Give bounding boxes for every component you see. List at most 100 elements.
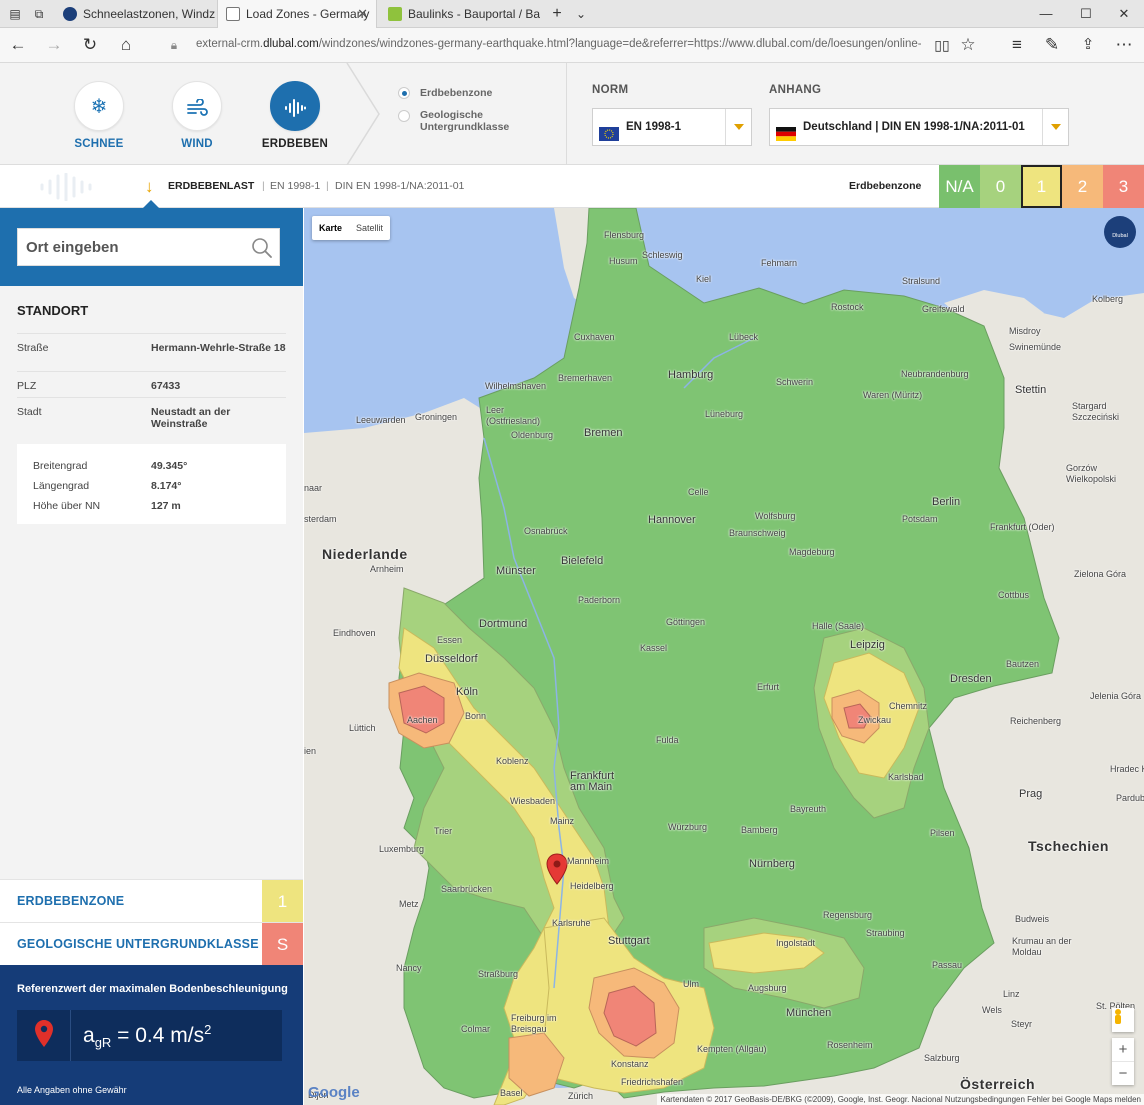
map-city-label: ien [304, 746, 317, 756]
forward-arrow-icon[interactable]: → [42, 34, 66, 56]
share-icon[interactable]: ⇪ [1076, 34, 1100, 56]
norm-subtitle: EN 1998-1 [270, 180, 321, 192]
map-city-label: Metz [399, 899, 419, 909]
map-city-label: Straubing [866, 928, 905, 938]
seismic-zone-map[interactable]: Karte Satellit Dlubal Flensburg Husum Schle… [304, 208, 1144, 1105]
hub-icon[interactable]: ≡ [1005, 34, 1029, 56]
radio-label-erdbebenzone[interactable]: Erdbebenzone [420, 87, 492, 99]
map-city-label: Niederlande [322, 546, 408, 562]
url-field[interactable]: external-crm.dlubal.com/windzones/windzo… [196, 38, 921, 50]
maximize-icon[interactable]: ☐ [1066, 0, 1106, 28]
reference-value-box: agR = 0.4 m/s2 [17, 1010, 282, 1061]
tab-baulinks[interactable]: Baulinks - Bauportal / Baum [380, 0, 540, 28]
zone-legend-na: N/A [939, 165, 980, 208]
snow-button[interactable]: ❄ [74, 81, 124, 131]
tab-title: Schneelastzonen, Windzone [83, 7, 215, 21]
map-city-label: Paderborn [578, 595, 621, 605]
page-favicon-icon [226, 7, 240, 21]
map-city-label: Frankfurt am Main [570, 770, 615, 793]
map-type-satellit[interactable]: Satellit [349, 216, 390, 240]
home-icon[interactable]: ⌂ [114, 34, 138, 56]
search-icon[interactable] [251, 237, 273, 259]
refresh-icon[interactable]: ↻ [78, 34, 102, 56]
earthquake-label[interactable]: ERDBEBEN [245, 138, 345, 150]
arrow-down-icon: ↓ [145, 177, 154, 196]
pen-icon[interactable]: ✎ [1040, 34, 1064, 56]
more-icon[interactable]: ⋯ [1112, 34, 1136, 56]
map-city-label: Pilsen [930, 828, 955, 838]
address-row-zip: PLZ 67433 [17, 371, 286, 397]
chevron-down-icon[interactable] [1042, 109, 1068, 145]
tab-schneelast[interactable]: Schneelastzonen, Windzone [55, 0, 215, 28]
load-title: ERDBEBENLAST [168, 180, 255, 192]
snowflake-icon: ❄ [90, 96, 108, 118]
street-view-pegman-icon[interactable] [1112, 1008, 1134, 1032]
map-city-label: sterdam [304, 514, 337, 524]
anhang-select[interactable]: Deutschland | DIN EN 1998-1/NA:2011-01 [769, 108, 1069, 146]
result-seismic-zone[interactable]: ERDBEBENZONE 1 [0, 879, 303, 923]
result-subsoil-class[interactable]: GEOLOGISCHE UNTERGRUNDKLASSE S [0, 922, 303, 966]
new-tab-icon[interactable]: + [548, 5, 566, 23]
city-key: Stadt [17, 406, 42, 418]
back-tabs-icon[interactable]: ⧉ [30, 5, 48, 23]
map-city-label: Österreich [960, 1076, 1036, 1092]
browser-tab-bar: ▤ ⧉ Schneelastzonen, Windzone Load Zones… [0, 0, 1144, 28]
location-panel: STANDORT Straße Hermann-Wehrle-Straße 18… [0, 286, 303, 880]
radio-untergrundklasse[interactable] [398, 110, 410, 122]
wind-label[interactable]: WIND [147, 138, 247, 150]
toolbar-divider [566, 63, 567, 165]
radio-erdbebenzone[interactable] [398, 87, 410, 99]
chevron-down-icon[interactable] [725, 109, 751, 145]
map-city-label: Koblenz [496, 756, 529, 766]
minimize-icon[interactable]: — [1026, 0, 1066, 28]
radio-label-untergrundklasse[interactable]: Geologische Untergrundklasse [420, 109, 530, 133]
zone-legend-label: Erdbebenzone [849, 180, 922, 192]
map-city-label: Bamberg [741, 825, 778, 835]
reading-view-icon[interactable]: ▯▯ [930, 34, 954, 56]
location-search-input[interactable] [26, 237, 246, 257]
zoom-out-button[interactable]: − [1112, 1061, 1134, 1085]
tab-list-chevron-icon[interactable]: ⌄ [572, 5, 590, 23]
snow-label[interactable]: SCHNEE [49, 138, 149, 150]
map-city-label: Hannover [648, 514, 696, 526]
close-window-icon[interactable]: ✕ [1104, 0, 1144, 28]
search-box[interactable] [17, 228, 280, 266]
wind-button[interactable] [172, 81, 222, 131]
map-city-label: Dortmund [479, 618, 528, 630]
favorite-star-icon[interactable]: ☆ [956, 34, 980, 56]
dlubal-logo-icon[interactable]: Dlubal [1104, 216, 1136, 248]
map-city-label: Dresden [950, 673, 992, 685]
map-attribution[interactable]: Kartendaten © 2017 GeoBasis-DE/BKG (©200… [657, 1094, 1144, 1105]
map-city-label: Bautzen [1006, 659, 1040, 669]
map-city-label: Ingolstadt [776, 938, 816, 948]
back-arrow-icon[interactable]: ← [6, 34, 30, 56]
map-city-label: Flensburg [604, 230, 645, 240]
norm-select[interactable]: EN 1998-1 [592, 108, 752, 146]
close-tab-icon[interactable]: ✕ [357, 0, 368, 28]
map-city-label: Friedrichshafen [621, 1077, 684, 1087]
dlubal-logo-text: Dlubal [1112, 233, 1128, 239]
map-city-label: Linz [1003, 989, 1020, 999]
map-city-label: Wilhelmshaven [485, 381, 547, 391]
earthquake-button[interactable] [270, 81, 320, 131]
map-city-label: Schleswig [642, 250, 683, 260]
norm-title: NORM [592, 84, 629, 96]
map-city-label: Heidelberg [570, 881, 614, 891]
seismic-wave-icon [284, 96, 306, 118]
url-path: /windzones/windzones-germany-earthquake.… [318, 38, 921, 50]
map-city-label: Tschechien [1028, 838, 1109, 854]
map-city-label: Fehmarn [761, 258, 798, 268]
subsoil-class-value: S [262, 923, 303, 966]
map-city-label: Lüneburg [705, 409, 744, 419]
reference-title: Referenzwert der maximalen Bodenbeschleu… [17, 983, 288, 995]
map-city-label: Steyr [1011, 1019, 1033, 1029]
zoom-in-button[interactable]: + [1112, 1038, 1134, 1061]
map-city-label: Chemnitz [889, 701, 928, 711]
map-city-label: Lüttich [349, 723, 376, 733]
tab-load-zones[interactable]: Load Zones - Germany ✕ [217, 0, 377, 28]
map-type-karte[interactable]: Karte [312, 216, 349, 240]
longitude-value: 8.174° [151, 480, 182, 492]
map-pin-icon [17, 1010, 71, 1061]
map-city-label: Köln [456, 686, 479, 698]
tab-manager-icon[interactable]: ▤ [6, 5, 24, 23]
